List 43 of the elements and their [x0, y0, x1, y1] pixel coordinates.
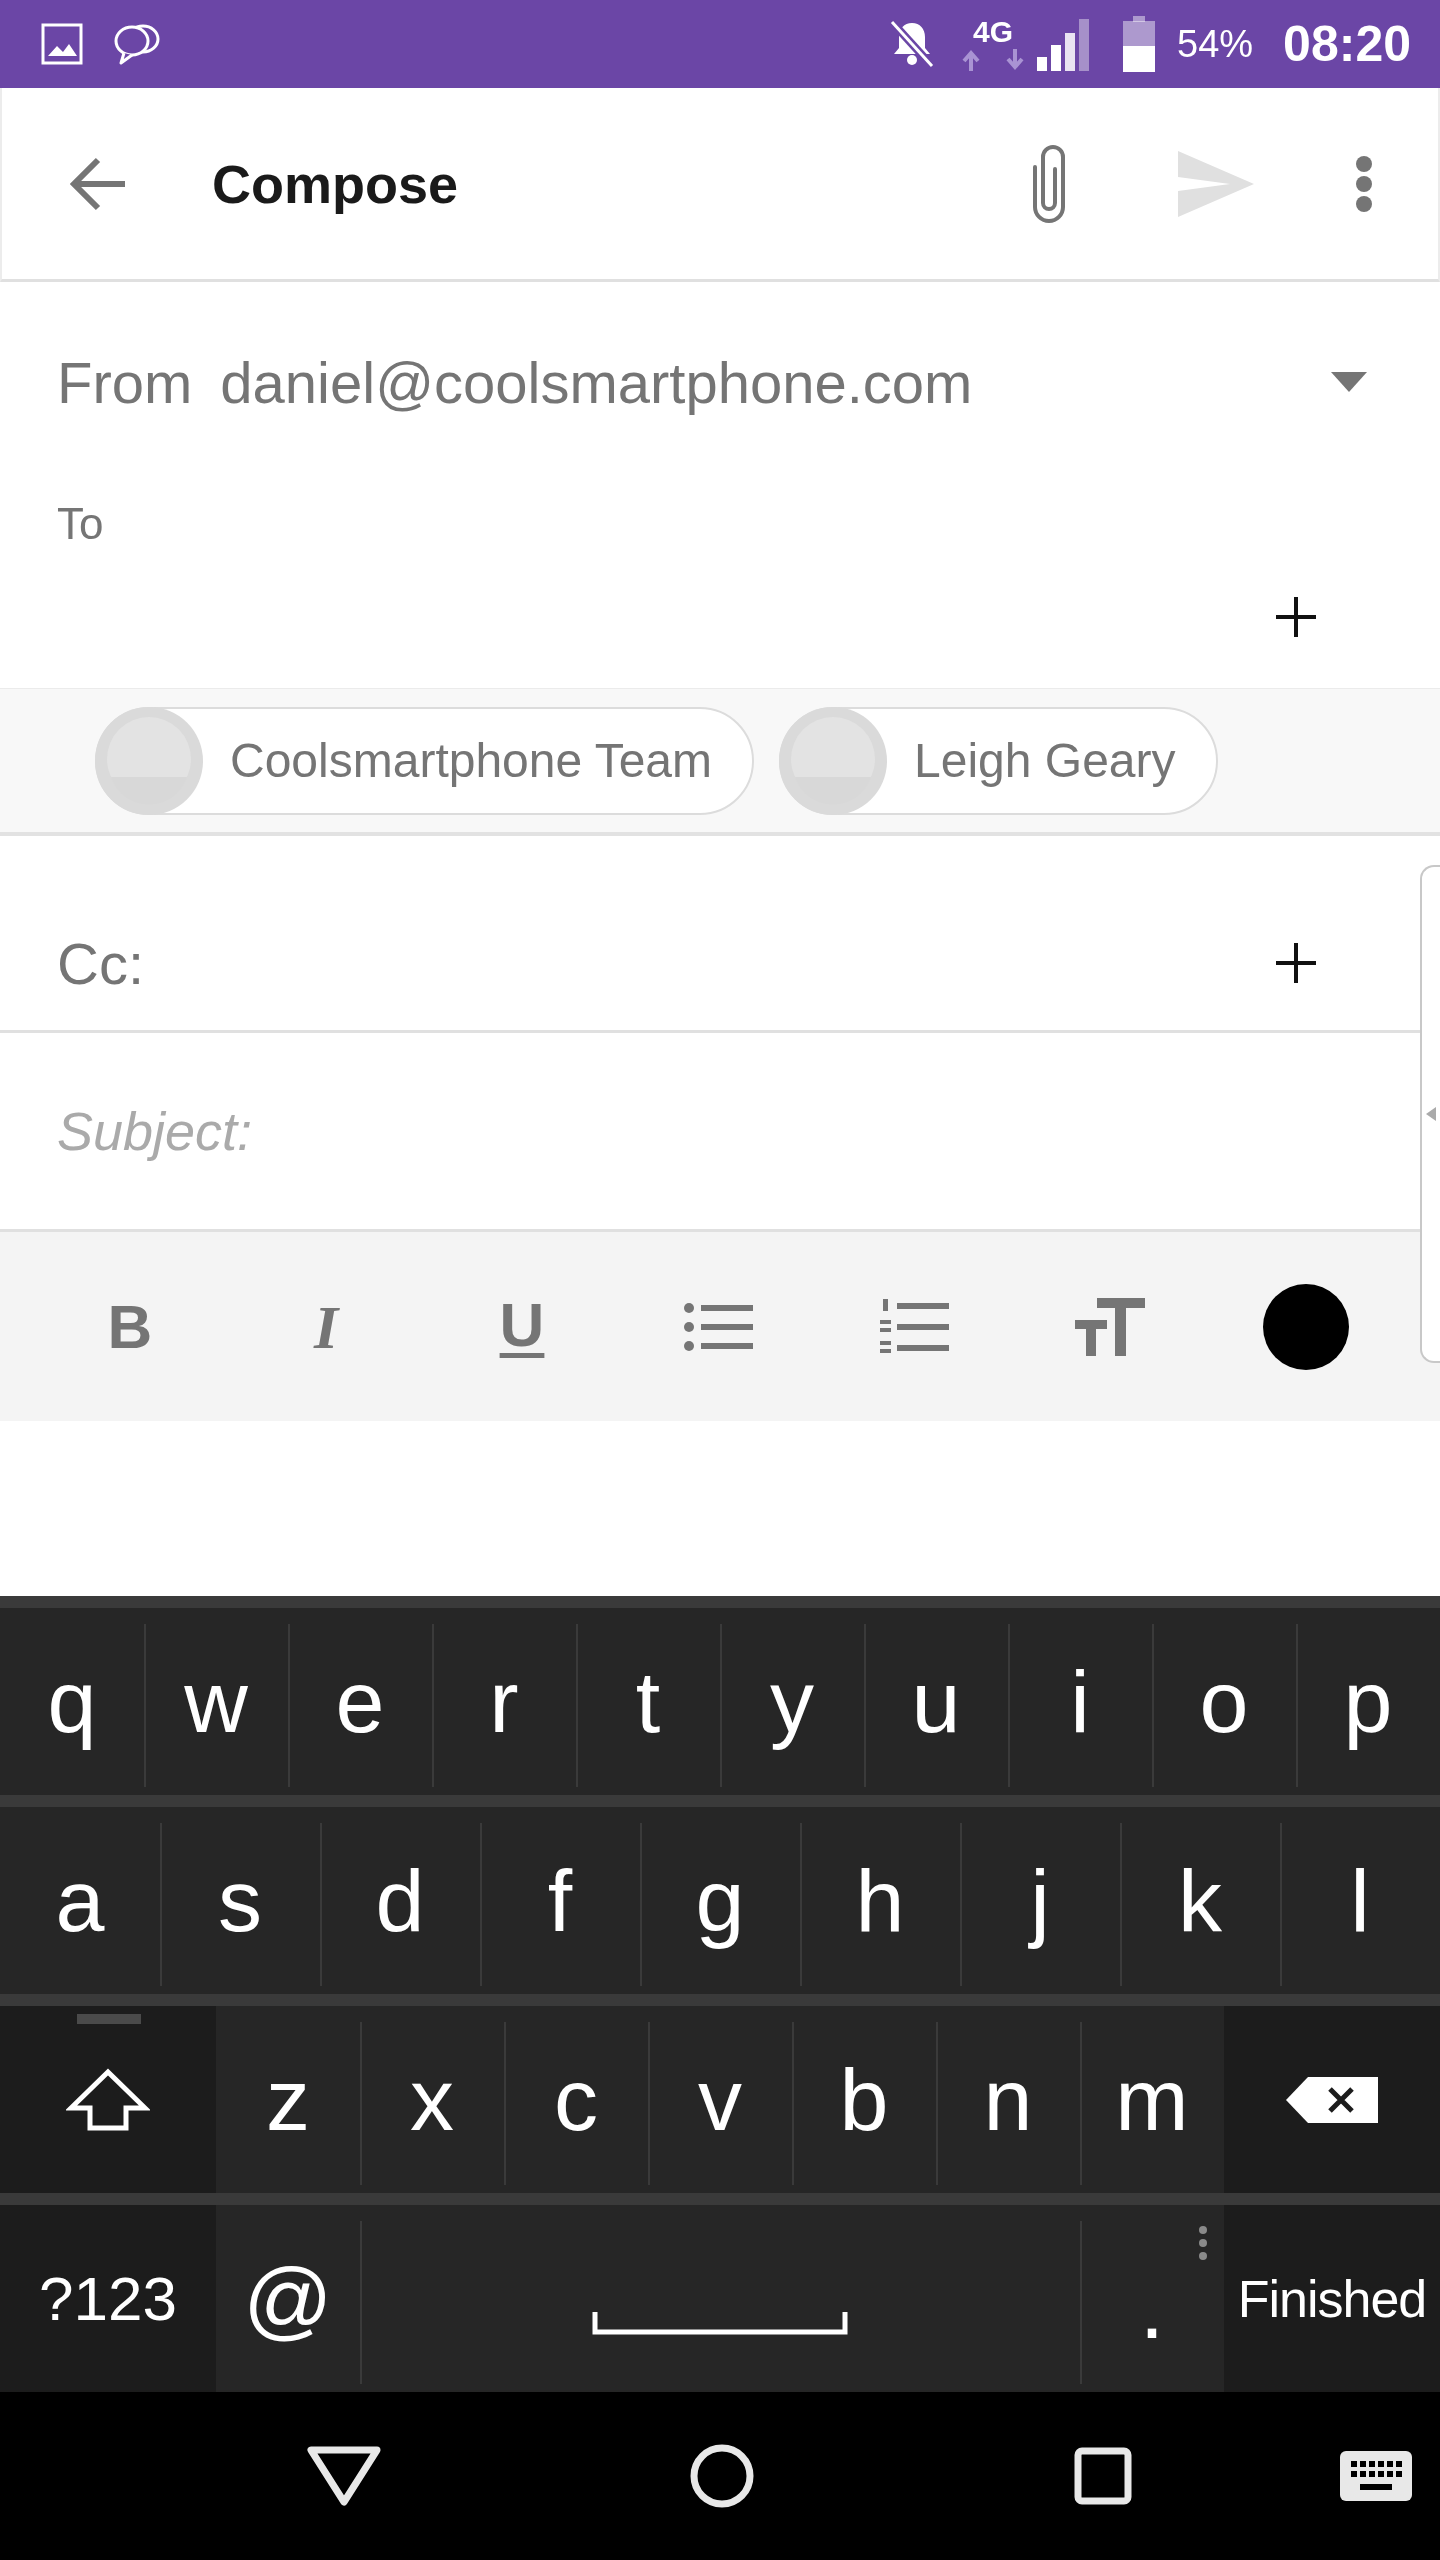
clock-time: 08:20 [1283, 15, 1411, 73]
underline-button[interactable]: U [495, 1293, 549, 1360]
network-type-label: 4G [973, 17, 1014, 47]
backspace-key[interactable] [1224, 2006, 1440, 2193]
recipient-chip[interactable]: Leigh Geary [779, 706, 1218, 815]
caret-left-icon [1426, 1107, 1436, 1121]
image-icon [41, 23, 83, 65]
three-dots-icon[interactable] [1354, 154, 1374, 213]
shift-arrow-icon [66, 2067, 150, 2132]
chat-bubbles-icon [113, 22, 161, 66]
recipient-chip[interactable]: Coolsmartphone Team [95, 706, 755, 815]
from-label: From [57, 348, 193, 416]
avatar-icon [95, 706, 203, 815]
backspace-icon [1286, 2076, 1378, 2123]
recents-square-icon[interactable] [1074, 2447, 1132, 2505]
home-circle-icon[interactable] [690, 2444, 754, 2508]
plus-icon[interactable] [1276, 943, 1316, 983]
text-size-icon[interactable] [1075, 1297, 1145, 1356]
subject-field[interactable]: Subject: [0, 1033, 1418, 1229]
bulleted-list-icon[interactable] [683, 1301, 753, 1352]
italic-button[interactable]: I [309, 1295, 343, 1358]
screen-title: Compose [212, 152, 459, 215]
back-triangle-icon[interactable] [306, 2445, 382, 2507]
cc-label: Cc: [57, 929, 144, 997]
up-down-arrows-icon [961, 49, 1026, 71]
space-bracket-icon [592, 2311, 848, 2336]
dots-icon [1198, 2225, 1208, 2261]
color-swatch-icon[interactable] [1263, 1283, 1349, 1370]
caret-down-icon[interactable] [1331, 372, 1367, 392]
plus-icon[interactable] [1276, 597, 1316, 637]
signal-icon [1037, 17, 1092, 71]
symbols-key[interactable]: ?123 [0, 2205, 216, 2392]
battery-percentage: 54% [1177, 22, 1254, 66]
keyboard-icon[interactable] [1340, 2451, 1412, 2501]
done-key[interactable]: Finished [1224, 2205, 1440, 2392]
battery-icon [1123, 16, 1156, 72]
shift-key[interactable] [0, 2006, 216, 2193]
numbered-list-icon[interactable] [879, 1298, 949, 1355]
bold-button[interactable]: B [103, 1295, 157, 1358]
to-label: To [57, 502, 104, 546]
avatar-icon [779, 706, 888, 815]
sender-address[interactable]: daniel@coolsmartphone.com [220, 348, 973, 416]
side-drawer-handle[interactable] [1420, 865, 1440, 1363]
